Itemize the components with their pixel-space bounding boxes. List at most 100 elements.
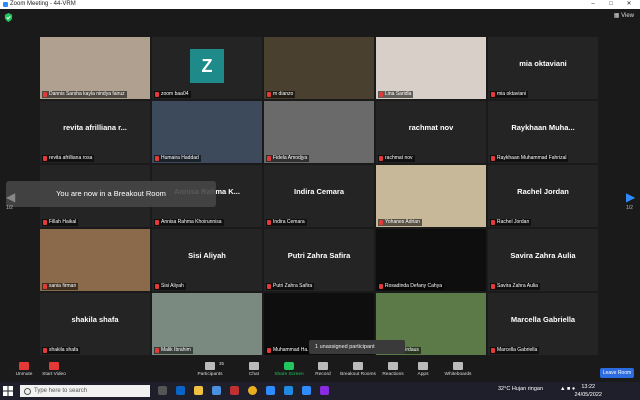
record-button[interactable]: Record [303,361,343,381]
meeting-topbar: ▦ View [0,9,640,26]
participant-tile[interactable]: Indira Cemara Indira Cemara [264,165,374,227]
participant-name-text: Rachel Jordan [497,219,530,225]
participant-tile[interactable]: Rosadinda Defany Cahya [376,229,486,291]
participants-button[interactable]: Participants 35 [190,361,230,381]
zoom-meeting-taskbar-icon[interactable] [302,386,311,395]
participant-tile[interactable]: Zzoom baa04 [152,37,262,99]
participant-name-label: Lina Saridla [378,91,414,98]
chrome-icon[interactable] [248,386,257,395]
tray-icons[interactable]: ▲ ■ ● [560,386,575,392]
chat-icon [249,362,259,370]
participant-tile[interactable]: Rachel Jordan Rachel Jordan [488,165,598,227]
file-explorer-icon[interactable] [194,386,203,395]
participant-tile[interactable]: shakila shafa shakila shafa [40,293,150,355]
participant-tile[interactable]: Putri Zahra Safira Putri Zahra Safira [264,229,374,291]
participant-name-label: Sisi Aliyah [154,283,186,290]
whiteboards-button[interactable]: Whiteboards [438,361,478,381]
participant-name-text: Savira Zahra Aulia [497,283,538,289]
unassigned-participant-popup[interactable]: 1 unassigned participant [309,340,405,354]
participant-video [264,37,374,99]
participant-name-text: Fillah Haikal [49,219,77,225]
participant-tile[interactable]: rachmat nov rachmat nov [376,101,486,163]
clock-date: 24/05/2022 [574,392,602,398]
participant-name-label: Muhammad Ha... [266,347,314,354]
participant-tile[interactable]: Dannis Sarsha kayla nindya fairuz [40,37,150,99]
muted-mic-icon [491,348,495,353]
participant-tile[interactable]: mia oktaviani mia oktaviani [488,37,598,99]
participant-tile[interactable]: Yohanes Adrian [376,165,486,227]
participant-tile[interactable]: Humaira Haddad [152,101,262,163]
reactions-label: Reactions [382,372,404,377]
store-icon[interactable] [212,386,221,395]
windows-start-icon[interactable] [3,386,13,396]
participant-tile[interactable]: sania firman [40,229,150,291]
participant-tile[interactable]: Raykhaan Muha... Raykhaan Muhammad Fahriz… [488,101,598,163]
participant-name-text: rachmat nov [385,155,413,161]
participant-tile[interactable]: m dianzo [264,37,374,99]
participant-name-text: Indira Cemara [273,219,305,225]
participant-name-label: Savira Zahra Aulia [490,283,540,290]
participant-tile[interactable]: revita afrilliana r... revita afrilliana … [40,101,150,163]
breakout-rooms-button[interactable]: Breakout Rooms [338,361,378,381]
app-icon[interactable] [320,386,329,395]
participant-name-label: Rosadinda Defany Cahya [378,283,444,290]
muted-mic-icon [43,348,47,353]
word-icon[interactable] [284,386,293,395]
close-icon[interactable]: ✕ [620,0,638,9]
security-shield-icon[interactable] [4,13,13,22]
view-button[interactable]: ▦ View [614,12,634,19]
view-label: View [621,13,634,19]
participant-name-text: sania firman [49,283,77,289]
edge-icon[interactable] [176,386,185,395]
participant-name-label: Fidela Amodjya [266,155,310,162]
participant-name-label: Humaira Haddad [154,155,201,162]
leave-room-button[interactable]: Leave Room [600,368,634,378]
muted-mic-icon [43,92,47,97]
muted-mic-icon [155,348,159,353]
taskbar-clock[interactable]: 13:22 24/05/2022 [574,383,602,399]
participant-name-text: Humaira Haddad [161,155,199,161]
record-icon [318,362,328,370]
taskbar-search-placeholder: Type here to search [34,388,88,394]
participant-tile[interactable]: Fidela Amodjya [264,101,374,163]
participant-tile[interactable]: Malik Ibrahim [152,293,262,355]
participant-video [376,165,486,227]
taskbar-search-input[interactable]: Type here to search [20,385,150,397]
participant-name-text: Annisa Rahma Khoirunnisa [161,219,222,225]
participant-name-label: Indira Cemara [266,219,307,226]
participant-display-name: Rachel Jordan [517,187,569,196]
apps-button[interactable]: Apps [403,361,443,381]
maximize-icon[interactable]: □ [602,0,620,9]
weather-status[interactable]: 32°C Hujan ringan [498,386,543,392]
start-video-button[interactable]: Start Video [34,361,74,381]
windows-taskbar: Type here to search 32°C Hujan ringan ▲ … [0,382,640,400]
participant-name-label: Raykhaan Muhammad Fahrizal [490,155,569,162]
muted-mic-icon [43,156,47,161]
zoom-taskbar-icon[interactable] [266,386,275,395]
start-video-icon [49,362,59,370]
clock-time: 13:22 [581,384,596,390]
participant-tile[interactable]: Savira Zahra Aulia Savira Zahra Aulia [488,229,598,291]
minimize-icon[interactable]: – [584,0,602,9]
muted-mic-icon [379,220,383,225]
participants-icon [205,362,215,370]
participant-name-text: revita afrilliana rosa [49,155,93,161]
participant-tile[interactable]: Sisi Aliyah Sisi Aliyah [152,229,262,291]
muted-mic-icon [491,92,495,97]
participant-tile[interactable]: Marcella Gabriella Marcella Gabriella [488,293,598,355]
chat-button[interactable]: Chat [234,361,274,381]
participant-display-name: Sisi Aliyah [188,251,226,260]
apps-icon [418,362,428,370]
participant-name-label: Dannis Sarsha kayla nindya fairuz [42,91,127,98]
participant-tile[interactable]: Lina Saridla [376,37,486,99]
prev-page-icon[interactable]: ◀ [6,190,15,204]
unmute-icon [19,362,29,370]
participant-name-label: sania firman [42,283,79,290]
participant-display-name: Raykhaan Muha... [511,123,575,132]
participant-name-text: Malik Ibrahim [161,347,191,353]
task-view-icon[interactable] [158,386,167,395]
participant-avatar: Z [190,49,224,83]
window-title: Zoom Meeting - 44-VRM [10,1,76,7]
next-page-icon[interactable]: ▶ [626,190,635,204]
office-icon[interactable] [230,386,239,395]
